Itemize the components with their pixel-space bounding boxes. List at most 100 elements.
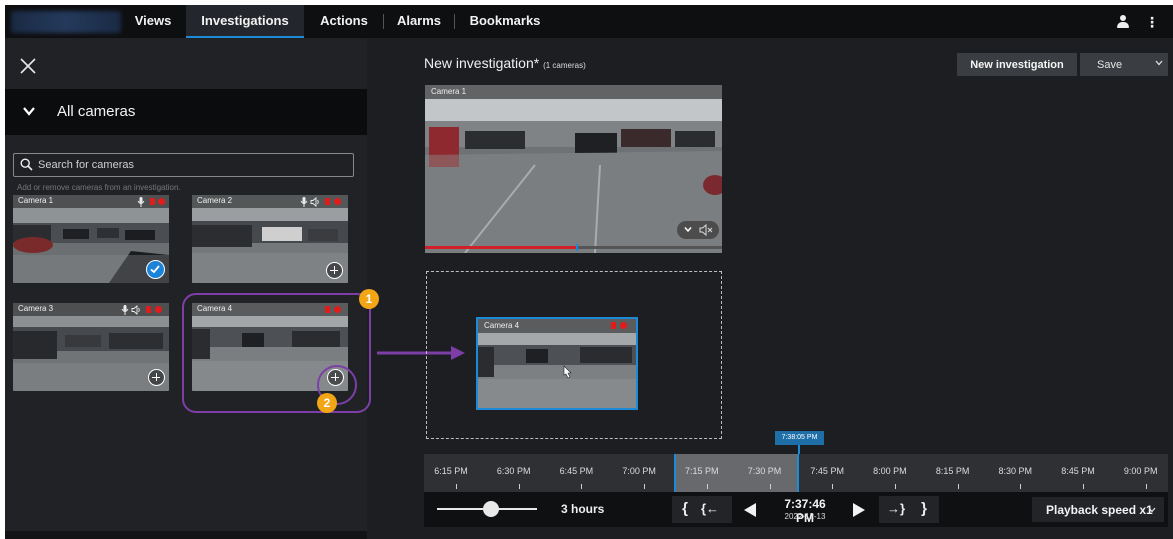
investigation-name: New investigation* — [424, 55, 540, 71]
playback-controls: 3 hours { {← 7:37:46 PM 2022-12-13 →} } … — [424, 492, 1168, 527]
camera-count: (1 cameras) — [543, 61, 586, 70]
record-status-icon — [325, 198, 330, 205]
record-status-icon — [146, 306, 151, 313]
nav-divider — [454, 14, 455, 29]
progress-marker — [576, 244, 579, 251]
top-navigation: Views Investigations Actions Alarms Book… — [5, 5, 1173, 38]
timeline-tick — [894, 484, 896, 489]
camera-name: Camera 4 — [484, 321, 520, 330]
user-icon[interactable] — [1116, 15, 1130, 29]
recording-indicator-icon — [158, 198, 165, 205]
timeline-tick-label: 8:30 PM — [998, 466, 1033, 476]
timeline-tick — [1083, 484, 1084, 489]
nav-divider — [383, 14, 384, 29]
helper-text: Add or remove cameras from an investigat… — [17, 183, 181, 192]
chevron-down-icon — [1155, 60, 1163, 66]
step-badge-2: 2 — [317, 393, 337, 413]
camera-panel: All cameras Add or remove cameras from a… — [5, 38, 367, 539]
camera-name: Camera 1 — [18, 196, 54, 205]
timeline-tick — [518, 484, 520, 489]
investigation-camera-view[interactable]: Camera 1 — [425, 85, 722, 253]
timeline-tick — [957, 484, 959, 489]
timeline-tick-label: 6:30 PM — [496, 466, 531, 476]
playback-speed-dropdown[interactable]: Playback speed x1 — [1032, 497, 1164, 522]
timeline-tick — [706, 484, 708, 489]
chevron-down-icon[interactable] — [684, 226, 692, 233]
playback-progress[interactable] — [425, 244, 722, 251]
app-window: Views Investigations Actions Alarms Book… — [5, 5, 1173, 539]
play-forward-icon[interactable] — [853, 503, 866, 517]
camera-thumbnail — [13, 303, 169, 391]
play-reverse-icon[interactable] — [744, 503, 757, 517]
all-cameras-header[interactable]: All cameras — [5, 89, 367, 135]
search-icon — [20, 158, 33, 171]
nav-tab-views[interactable]: Views — [123, 5, 183, 38]
timeline-tick-label: 8:15 PM — [935, 466, 970, 476]
add-camera-icon[interactable] — [148, 369, 165, 386]
tile-title-bar: Camera 1 — [13, 195, 169, 208]
new-investigation-button[interactable]: New investigation — [957, 53, 1077, 76]
current-date: 2022-12-13 — [784, 512, 826, 521]
nav-tab-alarms[interactable]: Alarms — [389, 5, 449, 38]
camera-tile-3[interactable]: Camera 3 — [13, 303, 169, 391]
go-to-end-icon[interactable]: →} — [886, 499, 906, 519]
next-mark-icon[interactable]: } — [917, 499, 931, 519]
timeline-tick-label: 7:00 PM — [622, 466, 656, 476]
camera-thumbnail — [192, 195, 348, 283]
camera-search[interactable] — [13, 153, 354, 177]
speaker-icon — [310, 197, 319, 207]
progress-fill — [425, 246, 577, 249]
record-status-icon — [611, 322, 616, 329]
timeline-tick-label: 6:45 PM — [559, 466, 594, 476]
timeline-tick — [581, 484, 583, 489]
timeline-tick-label: 8:00 PM — [873, 466, 907, 476]
timeline[interactable]: 6:15 PM 6:30 PM 6:45 PM 7:00 PM 7:15 PM 7:30 … — [424, 454, 1168, 492]
nav-tab-actions[interactable]: Actions — [308, 5, 380, 38]
go-to-start-icon[interactable]: {← — [700, 499, 720, 519]
view-title-bar: Camera 1 — [425, 85, 722, 99]
section-title: All cameras — [57, 103, 136, 120]
timeline-tick — [1020, 484, 1022, 489]
search-input[interactable] — [38, 157, 338, 173]
recording-indicator-icon — [155, 306, 162, 313]
more-options-icon[interactable]: ⋮ — [1145, 13, 1159, 31]
close-icon[interactable] — [19, 57, 37, 75]
brand-logo — [11, 11, 121, 33]
chevron-down-icon — [1148, 507, 1156, 513]
dragged-camera-tile[interactable]: Camera 4 — [476, 317, 638, 410]
nav-tab-investigations[interactable]: Investigations — [186, 5, 304, 38]
recording-indicator-icon — [620, 322, 627, 329]
step-badge-1: 1 — [359, 289, 379, 309]
timeline-cursor-label: 7:38:05 PM — [775, 431, 824, 445]
previous-mark-icon[interactable]: { — [678, 499, 692, 519]
camera-tile-1[interactable]: Camera 1 — [13, 195, 169, 283]
recording-indicator-icon — [334, 198, 341, 205]
investigation-title: New investigation* (1 cameras) — [424, 55, 586, 71]
timeline-tick — [832, 484, 834, 489]
timeline-tick-label: 9:00 PM — [1123, 466, 1158, 476]
nav-tab-bookmarks[interactable]: Bookmarks — [462, 5, 548, 38]
timeline-tick — [456, 484, 457, 489]
camera-name: Camera 2 — [197, 196, 233, 205]
camera-name: Camera 1 — [431, 87, 467, 96]
microphone-icon — [137, 197, 145, 207]
mute-icon[interactable] — [699, 224, 713, 236]
added-check-icon[interactable] — [146, 260, 165, 279]
camera-tile-2[interactable]: Camera 2 — [192, 195, 348, 283]
microphone-icon — [300, 197, 308, 207]
panel-footer — [5, 531, 367, 539]
add-camera-icon[interactable] — [326, 262, 343, 279]
timeline-tick — [644, 484, 646, 489]
time-range-label: 3 hours — [561, 502, 605, 516]
timeline-tick-label: 8:45 PM — [1061, 466, 1095, 476]
slider-handle[interactable] — [483, 501, 499, 517]
timeline-cursor[interactable] — [798, 445, 800, 454]
timeline-tick-label: 7:15 PM — [685, 466, 719, 476]
chevron-down-icon — [23, 107, 35, 116]
record-status-icon — [150, 198, 155, 205]
microphone-icon — [121, 305, 129, 315]
timeline-tick-label: 7:30 PM — [747, 466, 782, 476]
timeline-tick-label: 6:15 PM — [434, 466, 468, 476]
timeline-tick — [1145, 484, 1147, 489]
view-controls[interactable] — [677, 221, 719, 239]
